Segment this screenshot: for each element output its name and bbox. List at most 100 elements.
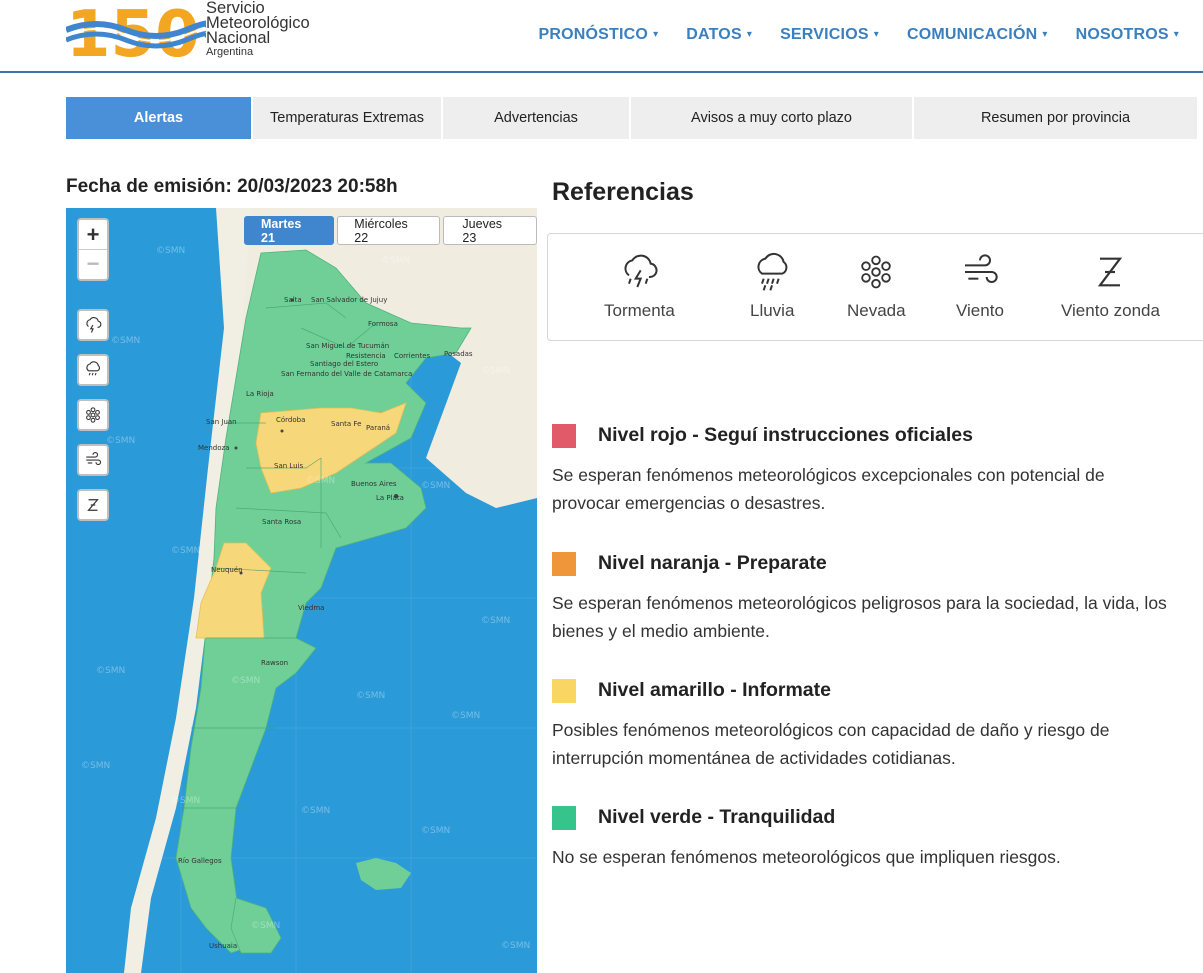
filter-zonda-button[interactable] xyxy=(77,489,109,521)
svg-text:©SMN: ©SMN xyxy=(381,256,410,266)
wind-icon xyxy=(86,451,102,466)
city-label: Santa Fe xyxy=(331,420,361,428)
ref-label: Nevada xyxy=(847,301,906,320)
level-title: Nivel amarillo - Informate xyxy=(598,679,831,701)
references-box: Tormenta Lluvia Nevada Viento Viento zon… xyxy=(547,233,1203,341)
city-label: Rawson xyxy=(261,659,288,667)
day-tab-martes-21[interactable]: Martes 21 xyxy=(244,216,335,245)
wind-icon xyxy=(964,254,998,283)
svg-text:©SMN: ©SMN xyxy=(231,676,260,686)
nav-label: COMUNICACIÓN xyxy=(906,26,1038,43)
city-label: Córdoba xyxy=(276,416,305,424)
zonda-icon xyxy=(87,499,99,511)
svg-text:©SMN: ©SMN xyxy=(301,806,330,816)
city-label: Resistencia xyxy=(346,352,386,360)
city-label: Corrientes xyxy=(394,352,431,360)
site-header: 150 Servicio Meteorológico Nacional Arge… xyxy=(0,0,1203,73)
day-tab-jueves-23[interactable]: Jueves 23 xyxy=(443,216,537,245)
zoom-control: + − xyxy=(77,218,109,281)
tab-resumen-provincia[interactable]: Resumen por provincia xyxy=(914,97,1197,139)
rain-icon xyxy=(86,361,101,376)
chevron-down-icon: ▾ xyxy=(1173,29,1179,40)
day-tab-miercoles-22[interactable]: Miércoles 22 xyxy=(337,216,441,245)
svg-text:©SMN: ©SMN xyxy=(171,796,200,806)
snowflake-icon xyxy=(861,255,892,289)
level-swatch-red xyxy=(552,424,576,448)
ref-rain: Lluvia xyxy=(750,252,794,321)
logo-line3: Nacional xyxy=(206,29,271,47)
level-title: Nivel naranja - Preparate xyxy=(598,552,827,574)
level-description: Se esperan fenómenos meteorológicos peli… xyxy=(552,593,1167,641)
svg-text:©SMN: ©SMN xyxy=(306,476,335,486)
city-label: Posadas xyxy=(444,350,473,358)
svg-text:©SMN: ©SMN xyxy=(106,436,135,446)
issue-date: Fecha de emisión: 20/03/2023 20:58h xyxy=(66,176,398,198)
nav-pronostico[interactable]: PRONÓSTICO ▾ xyxy=(525,26,673,44)
nav-comunicacion[interactable]: COMUNICACIÓN ▾ xyxy=(893,26,1062,44)
malvinas xyxy=(356,858,411,890)
nav-label: DATOS xyxy=(686,26,742,43)
level-description: No se esperan fenómenos meteorológicos q… xyxy=(552,847,1061,867)
filter-storm-button[interactable] xyxy=(77,309,109,341)
city-label: San Juan xyxy=(206,418,237,426)
city-label: Buenos Aires xyxy=(351,480,397,488)
chevron-down-icon: ▾ xyxy=(746,29,753,40)
level-description: Posibles fenómenos meteorológicos con ca… xyxy=(552,720,1110,768)
ref-label: Viento zonda xyxy=(1061,301,1160,320)
day-selector: Martes 21 Miércoles 22 Jueves 23 xyxy=(244,216,537,245)
city-label: Ushuaia xyxy=(209,942,237,950)
chevron-down-icon: ▾ xyxy=(873,29,879,40)
city-label: Río Gallegos xyxy=(178,857,222,865)
svg-text:©SMN: ©SMN xyxy=(81,761,110,771)
level-swatch-yellow xyxy=(552,679,576,703)
nav-label: PRONÓSTICO xyxy=(538,26,649,43)
nav-datos[interactable]: DATOS ▾ xyxy=(672,26,766,44)
nav-nosotros[interactable]: NOSOTROS ▾ xyxy=(1062,26,1193,44)
city-label: San Luis xyxy=(274,462,304,470)
smn-logo[interactable]: 150 Servicio Meteorológico Nacional Arge… xyxy=(64,0,336,72)
ref-storm: Tormenta xyxy=(604,252,675,321)
svg-text:©SMN: ©SMN xyxy=(171,546,200,556)
references-title: Referencias xyxy=(552,178,694,206)
svg-text:©SMN: ©SMN xyxy=(481,366,510,376)
ref-snow: Nevada xyxy=(847,252,906,321)
svg-text:©SMN: ©SMN xyxy=(451,711,480,721)
city-label: Paraná xyxy=(366,424,390,432)
svg-text:©SMN: ©SMN xyxy=(251,921,280,931)
nav-label: NOSOTROS xyxy=(1075,26,1169,43)
storm-icon xyxy=(624,254,658,288)
ref-label: Viento xyxy=(956,301,1004,320)
level-swatch-orange xyxy=(552,552,576,576)
logo-line4: Argentina xyxy=(206,46,254,58)
svg-text:©SMN: ©SMN xyxy=(111,336,140,346)
nav-servicios[interactable]: SERVICIOS ▾ xyxy=(766,26,893,44)
city-label: La Rioja xyxy=(246,390,274,398)
city-label: San Miguel de Tucumán xyxy=(306,342,389,350)
filter-wind-button[interactable] xyxy=(77,444,109,476)
alert-map[interactable]: Salta San Salvador de Jujuy Formosa San … xyxy=(66,208,537,973)
svg-text:©SMN: ©SMN xyxy=(421,481,450,491)
svg-text:©SMN: ©SMN xyxy=(156,246,185,256)
filter-snow-button[interactable] xyxy=(77,399,109,431)
level-title: Nivel verde - Tranquilidad xyxy=(598,806,836,828)
zonda-icon xyxy=(1098,257,1123,287)
tab-avisos-corto-plazo[interactable]: Avisos a muy corto plazo xyxy=(631,97,914,139)
level-description: Se esperan fenómenos meteorológicos exce… xyxy=(552,465,1105,513)
svg-text:©SMN: ©SMN xyxy=(481,616,510,626)
tab-advertencias[interactable]: Advertencias xyxy=(443,97,631,139)
tab-alertas[interactable]: Alertas xyxy=(66,97,253,139)
svg-text:©SMN: ©SMN xyxy=(356,691,385,701)
snowflake-icon xyxy=(86,407,100,423)
city-label: Mendoza xyxy=(198,444,229,452)
city-label: Santiago del Estero xyxy=(310,360,378,368)
nav-label: SERVICIOS xyxy=(780,26,869,43)
chevron-down-icon: ▾ xyxy=(653,29,659,40)
chevron-down-icon: ▾ xyxy=(1042,29,1048,40)
zoom-out-button[interactable]: − xyxy=(79,249,107,278)
svg-text:©SMN: ©SMN xyxy=(501,941,530,951)
city-label: Neuquén xyxy=(211,566,243,574)
zoom-in-button[interactable]: + xyxy=(79,220,107,249)
city-label: Santa Rosa xyxy=(262,518,301,526)
tab-temperaturas-extremas[interactable]: Temperaturas Extremas xyxy=(253,97,443,139)
filter-rain-button[interactable] xyxy=(77,354,109,386)
